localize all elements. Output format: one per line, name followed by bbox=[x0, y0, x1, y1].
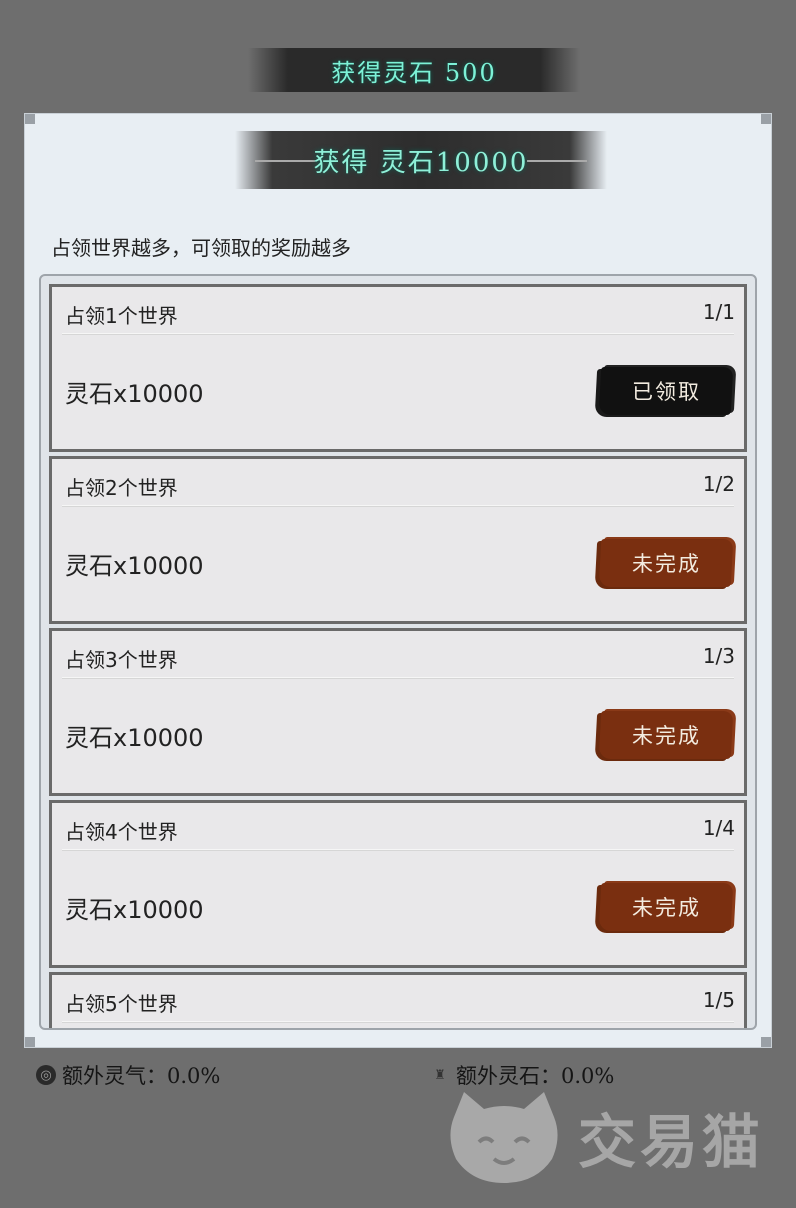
reward-item-divider bbox=[62, 1021, 734, 1022]
extra-stone-text: 额外灵石：0.0% bbox=[456, 1064, 615, 1088]
watermark: 交易猫 bbox=[444, 1087, 764, 1187]
reward-item: 占领5个世界 1/5 bbox=[49, 972, 747, 1028]
cat-logo-icon bbox=[450, 1092, 558, 1183]
swirl-icon: ◎ bbox=[36, 1065, 56, 1085]
corner-ornament bbox=[761, 114, 771, 124]
incomplete-button[interactable]: 未完成 bbox=[598, 883, 734, 931]
reward-item-amount: 灵石x10000 bbox=[65, 380, 204, 408]
reward-item-title: 占领2个世界 bbox=[65, 476, 178, 500]
reward-item-progress: 1/1 bbox=[702, 300, 735, 324]
incomplete-button-label: 未完成 bbox=[631, 896, 701, 920]
corner-ornament bbox=[25, 114, 35, 124]
reward-item-progress: 1/5 bbox=[702, 988, 735, 1012]
corner-ornament bbox=[761, 1037, 771, 1047]
extra-qi-text: 额外灵气：0.0% bbox=[62, 1064, 221, 1088]
reward-item-title: 占领4个世界 bbox=[65, 820, 178, 844]
reward-item: 占领3个世界 1/3 灵石x10000 未完成 bbox=[49, 628, 747, 796]
banner-divider bbox=[527, 160, 587, 162]
reward-list-scroll[interactable]: 占领1个世界 1/1 灵石x10000 已领取 占领2个世界 1/2 灵石x10… bbox=[39, 274, 757, 1030]
dialog-banner-text: 获得 灵石10000 bbox=[313, 147, 529, 178]
reward-item-title: 占领3个世界 bbox=[65, 648, 178, 672]
banner-divider bbox=[255, 160, 315, 162]
claimed-button-label: 已领取 bbox=[631, 380, 701, 404]
reward-item-divider bbox=[62, 333, 734, 334]
reward-item-divider bbox=[62, 677, 734, 678]
incomplete-button-label: 未完成 bbox=[631, 552, 701, 576]
reward-item-progress: 1/2 bbox=[702, 472, 735, 496]
extra-qi-stat: ◎ 额外灵气：0.0% bbox=[36, 1060, 220, 1090]
reward-item-title: 占领1个世界 bbox=[65, 304, 178, 328]
reward-item-progress: 1/4 bbox=[702, 816, 735, 840]
corner-ornament bbox=[25, 1037, 35, 1047]
reward-toast: 获得灵石 500 bbox=[248, 48, 580, 92]
reward-item-amount: 灵石x10000 bbox=[65, 724, 204, 752]
spirit-stone-icon: ♜ bbox=[434, 1067, 446, 1083]
reward-item-progress: 1/3 bbox=[702, 644, 735, 668]
reward-list: 占领1个世界 1/1 灵石x10000 已领取 占领2个世界 1/2 灵石x10… bbox=[49, 284, 747, 1028]
incomplete-button[interactable]: 未完成 bbox=[598, 711, 734, 759]
world-reward-dialog: 获得 灵石10000 占领世界越多，可领取的奖励越多 占领1个世界 1/1 灵石… bbox=[24, 113, 772, 1048]
reward-item: 占领2个世界 1/2 灵石x10000 未完成 bbox=[49, 456, 747, 624]
incomplete-button[interactable]: 未完成 bbox=[598, 539, 734, 587]
reward-item: 占领4个世界 1/4 灵石x10000 未完成 bbox=[49, 800, 747, 968]
extra-stone-stat: ♜ 额外灵石：0.0% bbox=[430, 1060, 614, 1090]
reward-toast-text: 获得灵石 500 bbox=[331, 58, 497, 87]
reward-item-title: 占领5个世界 bbox=[65, 992, 178, 1016]
reward-item-amount: 灵石x10000 bbox=[65, 552, 204, 580]
watermark-text: 交易猫 bbox=[578, 1108, 765, 1176]
incomplete-button-label: 未完成 bbox=[631, 724, 701, 748]
reward-item-divider bbox=[62, 849, 734, 850]
reward-item-divider bbox=[62, 505, 734, 506]
dialog-description: 占领世界越多，可领取的奖励越多 bbox=[51, 236, 351, 260]
claimed-button[interactable]: 已领取 bbox=[598, 367, 734, 415]
reward-item-amount: 灵石x10000 bbox=[65, 896, 204, 924]
dialog-title-banner: 获得 灵石10000 bbox=[235, 131, 607, 189]
reward-item: 占领1个世界 1/1 灵石x10000 已领取 bbox=[49, 284, 747, 452]
